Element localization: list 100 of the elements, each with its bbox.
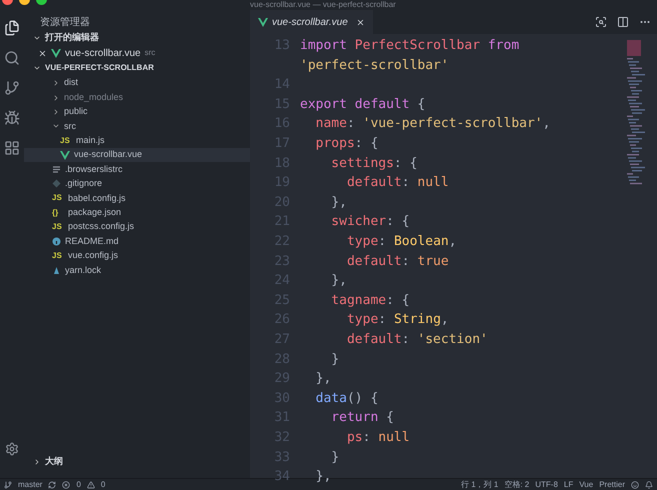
- file-type-icon: JS: [52, 192, 64, 204]
- file-tree-item[interactable]: dist: [24, 76, 250, 90]
- section-title: VUE-PERFECT-SCROLLBAR: [45, 62, 154, 74]
- sync-icon[interactable]: [48, 480, 56, 488]
- code-line: return {: [330, 409, 394, 428]
- file-tree-item[interactable]: node_modules: [24, 90, 250, 105]
- preview-icon[interactable]: [595, 16, 607, 28]
- section-title: 打开的编辑器: [45, 31, 99, 44]
- code-line: swicher: {: [330, 213, 410, 232]
- file-tree-item[interactable]: src: [24, 119, 250, 134]
- chevron-down-icon: [33, 64, 41, 72]
- vue-logo-icon: [258, 18, 268, 26]
- file-tree-item[interactable]: README.md: [24, 234, 250, 249]
- file-type-icon: JS: [52, 250, 64, 262]
- chevron-down-icon: [33, 34, 41, 42]
- vue-logo-icon: [60, 150, 70, 160]
- bug-icon[interactable]: [4, 110, 20, 126]
- lines-icon: [52, 165, 61, 174]
- code-line: },: [330, 194, 347, 212]
- code-line: import PerfectScrollbar from: [300, 37, 520, 56]
- branch-icon[interactable]: [4, 80, 20, 96]
- warning-icon: [86, 480, 95, 488]
- code-line: },: [330, 272, 347, 290]
- vue-logo-icon: [51, 48, 61, 58]
- file-tree-item[interactable]: JS babel.config.js: [24, 191, 250, 206]
- warning-count[interactable]: 0: [100, 478, 106, 490]
- status-item[interactable]: Vue: [579, 478, 594, 490]
- status-item[interactable]: 行 1，列 1: [461, 478, 498, 490]
- section-title: 大纲: [45, 455, 63, 468]
- file-tree-item[interactable]: JS vue.config.js: [24, 248, 250, 264]
- file-name: src: [64, 120, 76, 133]
- status-item[interactable]: Prettier: [599, 478, 625, 490]
- open-editor-item[interactable]: vue-scrollbar.vue src: [24, 46, 250, 60]
- error-count[interactable]: 0: [76, 478, 81, 490]
- section-header[interactable]: VUE-PERFECT-SCROLLBAR: [24, 60, 250, 76]
- file-name: .browserslistrc: [65, 162, 123, 176]
- status-item[interactable]: UTF-8: [535, 478, 558, 490]
- code-line: }: [330, 350, 340, 369]
- close-icon[interactable]: [38, 48, 47, 58]
- split-editor-icon[interactable]: [617, 16, 629, 28]
- code-line: export default {: [300, 96, 426, 114]
- file-name: vue-scrollbar.vue: [65, 46, 141, 60]
- file-tree-item[interactable]: JS main.js: [24, 134, 250, 148]
- diamond-icon: [52, 179, 61, 188]
- smiley-icon[interactable]: [631, 480, 639, 488]
- file-tree-item[interactable]: yarn.lock: [24, 263, 250, 278]
- section-header[interactable]: 大纲: [24, 454, 250, 470]
- error-icon: [62, 480, 70, 488]
- file-name: public: [64, 105, 88, 118]
- section-header[interactable]: 打开的编辑器: [24, 30, 250, 46]
- close-icon[interactable]: [356, 18, 365, 26]
- status-item[interactable]: LF: [564, 478, 574, 490]
- file-tree-item[interactable]: vue-scrollbar.vue: [24, 148, 250, 162]
- file-name: babel.config.js: [68, 192, 126, 205]
- file-name: .gitignore: [65, 177, 102, 190]
- branch-name[interactable]: master: [18, 478, 42, 490]
- code-line: type: String,: [346, 311, 449, 330]
- code-line: },: [314, 468, 332, 486]
- code-line: }: [330, 448, 340, 467]
- code-line: settings: {: [330, 154, 418, 173]
- file-name: yarn.lock: [65, 264, 102, 277]
- file-name: README.md: [65, 234, 119, 248]
- search-icon[interactable]: [4, 50, 20, 66]
- code-line: props: {: [314, 135, 378, 154]
- sidebar-title: 资源管理器: [39, 16, 91, 30]
- code-line: default: null: [346, 174, 449, 192]
- extensions-icon[interactable]: [4, 140, 20, 156]
- file-name: node_modules: [64, 90, 124, 104]
- window-title: vue-scrollbar.vue — vue-perfect-scrollbar: [250, 0, 396, 9]
- file-tree-item[interactable]: public: [24, 104, 250, 120]
- code-line: default: 'section': [346, 330, 488, 349]
- code-line: default: true: [346, 252, 449, 271]
- file-name: main.js: [76, 134, 105, 147]
- file-type-icon: JS: [60, 134, 72, 147]
- bell-icon[interactable]: [645, 480, 653, 488]
- file-name: package.json: [68, 206, 122, 219]
- file-name: vue-scrollbar.vue: [74, 148, 142, 162]
- tab-label: vue-scrollbar.vue: [272, 16, 348, 30]
- file-name: postcss.config.js: [68, 220, 134, 234]
- file-tree-item[interactable]: {} package.json: [24, 206, 250, 220]
- settings-icon[interactable]: [5, 442, 19, 456]
- editor-tab[interactable]: vue-scrollbar.vue: [250, 10, 373, 34]
- code-line: ps: null: [346, 428, 410, 447]
- chevron-right-icon: [33, 458, 41, 466]
- file-tree-item[interactable]: .gitignore: [24, 176, 250, 192]
- file-tree-item[interactable]: JS postcss.config.js: [24, 220, 250, 234]
- status-item[interactable]: 空格: 2: [504, 478, 530, 490]
- branch-icon: [4, 480, 12, 488]
- code-line: 'perfect-scrollbar': [300, 56, 449, 75]
- file-name: vue.config.js: [68, 249, 118, 262]
- code-line: tagname: {: [330, 292, 410, 310]
- file-tree-item[interactable]: .browserslistrc: [24, 162, 250, 177]
- code-line: type: Boolean,: [346, 232, 457, 251]
- file-type-icon: JS: [52, 221, 64, 234]
- file-name: dist: [64, 76, 78, 90]
- yarn-file-icon: [52, 266, 61, 275]
- file-path: src: [144, 47, 156, 59]
- file-type-icon: {}: [52, 206, 64, 219]
- files-icon[interactable]: [4, 20, 20, 36]
- code-line: },: [314, 370, 332, 388]
